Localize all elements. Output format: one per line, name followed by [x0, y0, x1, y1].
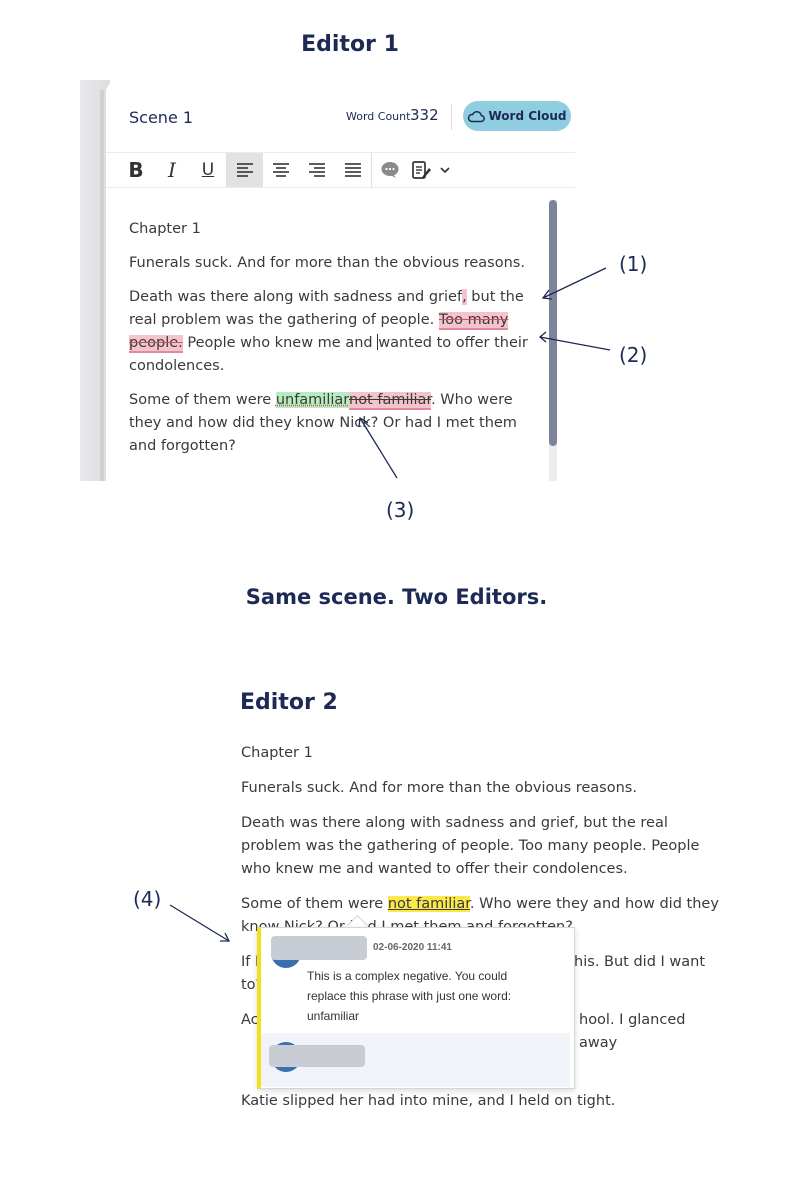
redacted-author-name [269, 1045, 365, 1067]
paragraph: Funerals suck. And for more than the obv… [241, 780, 637, 796]
chevron-down-icon [440, 167, 450, 174]
arrow-4 [169, 904, 231, 942]
word-cloud-button[interactable]: Word Cloud [463, 101, 571, 131]
text: Some of them were [129, 392, 276, 408]
formatting-toolbar: B I U [106, 153, 575, 188]
align-center-button[interactable] [263, 153, 299, 187]
word-count-label: Word Count [346, 110, 411, 123]
editor1-header: Scene 1 Word Count 332 Word Cloud [106, 82, 575, 153]
paragraph: Katie slipped her had into mine, and I h… [241, 1093, 616, 1109]
comment-icon [381, 162, 399, 178]
callout-3: (3) [386, 498, 415, 522]
paragraph: Some of them were unfamiliarnot familiar… [129, 389, 539, 458]
align-left-icon [237, 163, 253, 177]
deleted-text[interactable]: not familiar [349, 392, 432, 410]
text: Death was there along with sadness and g… [129, 289, 463, 305]
editor1-heading: Editor 1 [301, 32, 399, 57]
editor1-window: Scene 1 Word Count 332 Word Cloud B I U [106, 82, 575, 481]
comment-button[interactable] [372, 153, 408, 187]
word-count-value: 332 [410, 106, 439, 124]
track-changes-button[interactable] [408, 153, 436, 187]
align-center-icon [273, 163, 289, 177]
paragraph: Funerals suck. And for more than the obv… [129, 255, 525, 271]
align-left-button[interactable] [227, 153, 263, 187]
bold-button[interactable]: B [118, 153, 154, 187]
align-justify-button[interactable] [335, 153, 371, 187]
underline-button[interactable]: U [190, 153, 226, 187]
text: hool. I glanced away [579, 1012, 686, 1051]
text: People who knew me and [182, 335, 378, 351]
window-edge-line [100, 90, 104, 481]
scrollbar-thumb[interactable] [549, 200, 557, 446]
comment-timestamp: 02-06-2020 11:41 [373, 942, 452, 953]
italic-button[interactable]: I [154, 153, 190, 187]
track-changes-dropdown[interactable] [436, 153, 454, 187]
comment-text: This is a complex negative. You could re… [307, 969, 512, 1023]
cloud-icon [468, 110, 486, 123]
callout-4: (4) [133, 887, 162, 911]
inserted-text[interactable]: unfamiliar [275, 392, 349, 408]
editor2-heading: Editor 2 [240, 690, 338, 715]
scene-title: Scene 1 [129, 108, 194, 127]
callout-2: (2) [619, 343, 648, 367]
callout-1: (1) [619, 252, 648, 276]
header-divider [451, 104, 452, 130]
tagline-heading: Same scene. Two Editors. [245, 585, 548, 609]
redacted-author-name [271, 936, 367, 960]
align-right-button[interactable] [299, 153, 335, 187]
align-right-icon [309, 163, 325, 177]
word-cloud-label: Word Cloud [488, 109, 567, 123]
paragraph: Death was there along with sadness and g… [241, 815, 700, 877]
comment-popup[interactable]: 02-06-2020 11:41 This is a complex negat… [257, 927, 575, 1089]
track-changes-icon [412, 161, 431, 179]
text: Ac [241, 1012, 259, 1028]
paragraph: Death was there along with sadness and g… [129, 286, 539, 378]
text: Some of them were [241, 896, 388, 912]
align-justify-icon [345, 163, 361, 177]
chapter-heading: Chapter 1 [241, 745, 313, 761]
highlighted-text[interactable]: not familiar [387, 896, 470, 912]
reply-area[interactable] [261, 1033, 570, 1087]
chapter-heading: Chapter 1 [129, 221, 201, 237]
editor1-document[interactable]: Chapter 1 Funerals suck. And for more th… [129, 218, 539, 469]
